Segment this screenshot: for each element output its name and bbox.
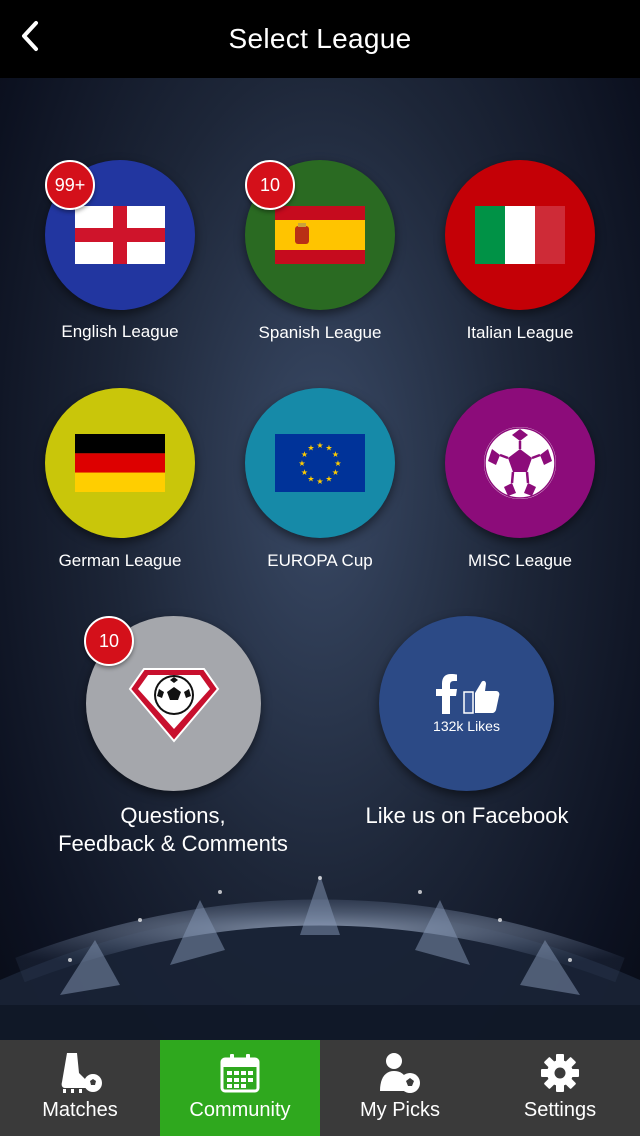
tab-label: My Picks [360,1099,440,1121]
super-ball-shield-icon [128,667,219,743]
tab-bar: Matches Community My Picks Settings [0,1040,640,1136]
tab-matches[interactable]: Matches [0,1040,160,1136]
league-label: English League [61,322,179,341]
tab-my-picks[interactable]: My Picks [320,1040,480,1136]
notification-badge: 10 [84,616,134,666]
svg-text:★: ★ [332,468,339,477]
league-circle [45,388,195,538]
tab-label: Community [189,1099,291,1121]
league-label: German League [58,551,182,570]
league-tile-german[interactable]: German League [45,388,195,578]
league-circle [445,160,595,310]
tab-label: Matches [42,1099,118,1121]
germany-flag-icon [75,434,165,492]
tab-label: Settings [523,1099,597,1121]
notification-badge: 10 [245,160,295,210]
svg-text:★: ★ [332,450,339,459]
spain-flag-icon [275,206,365,264]
league-tile-english[interactable]: 99+ English League [45,160,195,350]
facebook-circle: 132k Likes [379,616,554,791]
thumbs-up-icon [462,680,499,714]
svg-text:★: ★ [307,475,314,484]
league-tile-italian[interactable]: Italian League [445,160,595,350]
svg-text:★: ★ [298,459,305,468]
league-label: Spanish League [258,323,382,342]
calendar-icon [220,1054,260,1093]
svg-text:★: ★ [334,459,341,468]
league-label: MISC League [468,551,572,570]
league-circle [445,388,595,538]
feedback-label-line2: Feedback & Comments [58,831,288,856]
svg-text:★: ★ [325,475,332,484]
tab-settings[interactable]: Settings [480,1040,640,1136]
gear-icon [541,1054,579,1092]
league-circle: ★ ★ ★ ★ ★ ★ ★ ★ ★ ★ ★ ★ [245,388,395,538]
stadium-background [0,830,640,1040]
league-tile-misc[interactable]: MISC League [445,388,595,578]
league-label: Italian League [466,323,574,342]
league-tile-spanish[interactable]: 10 Spanish League [245,160,395,350]
svg-text:★: ★ [316,477,323,486]
notification-badge: 99+ [45,160,95,210]
facebook-logo-icon [435,673,457,714]
italy-flag-icon [475,206,565,264]
facebook-like-group [433,673,501,714]
facebook-tile[interactable]: 132k Likes Like us on Facebook [342,616,592,836]
back-button[interactable] [10,14,50,58]
svg-text:★: ★ [316,441,323,450]
league-tile-europa[interactable]: ★ ★ ★ ★ ★ ★ ★ ★ ★ ★ ★ ★ EUROPA Cup [245,388,395,578]
cleat-ball-icon [61,1053,102,1093]
user-ball-icon [380,1053,420,1093]
svg-text:★: ★ [307,444,314,453]
svg-text:★: ★ [301,468,308,477]
feedback-label-line1: Questions, [120,803,226,828]
eu-flag-icon: ★ ★★ ★★★ ★★★ ★★★ [275,434,365,492]
league-label: EUROPA Cup [267,551,373,570]
chevron-left-icon [22,21,38,51]
nav-header: Select League [0,0,640,78]
tab-community[interactable]: Community [160,1040,320,1136]
england-flag-icon [75,206,165,264]
feedback-tile[interactable]: 10 Questions, Feedback & Comments [48,616,298,861]
soccer-ball-icon [484,427,556,499]
feedback-label: Questions, Feedback & Comments [48,802,298,858]
page-title: Select League [228,23,412,54]
facebook-label: Like us on Facebook [365,803,569,828]
facebook-likes-count: 132k Likes [433,717,500,734]
